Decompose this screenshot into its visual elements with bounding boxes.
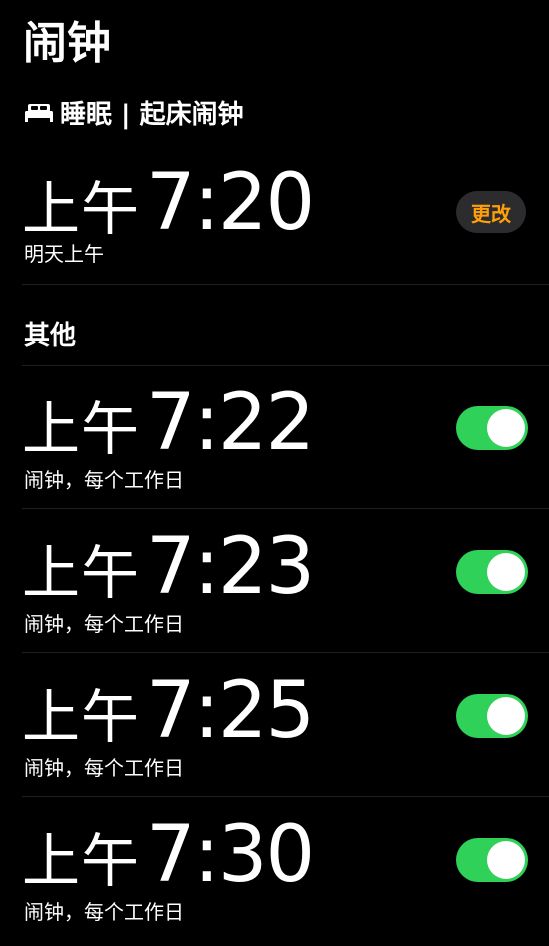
divider xyxy=(22,796,549,797)
divider xyxy=(22,652,549,653)
alarm-period: 上午 xyxy=(22,683,141,751)
divider xyxy=(22,508,549,509)
alarm-time-display: 上午 7:22 xyxy=(22,378,315,468)
sleep-section-header: 睡眠 | 起床闹钟 xyxy=(24,92,244,132)
alarm-period: 上午 xyxy=(22,175,141,243)
alarm-period: 上午 xyxy=(22,395,141,463)
alarm-toggle[interactable] xyxy=(456,550,528,594)
alarm-time: 7:22 xyxy=(146,378,315,468)
toggle-knob xyxy=(487,841,525,879)
toggle-knob xyxy=(487,553,525,591)
toggle-knob xyxy=(487,409,525,447)
alarm-subtitle: 明天上午 xyxy=(24,242,104,266)
alarm-row-3[interactable]: 上午 7:25 闹钟，每个工作日 xyxy=(0,654,549,796)
alarm-toggle[interactable] xyxy=(456,406,528,450)
alarm-toggle[interactable] xyxy=(456,694,528,738)
alarm-time: 7:30 xyxy=(146,810,315,900)
alarm-time: 7:25 xyxy=(146,666,315,756)
bed-icon xyxy=(25,104,53,122)
alarm-subtitle: 闹钟，每个工作日 xyxy=(24,756,184,780)
alarm-subtitle: 闹钟，每个工作日 xyxy=(24,468,184,492)
alarm-row-2[interactable]: 上午 7:23 闹钟，每个工作日 xyxy=(0,510,549,652)
sleep-section-label: 睡眠 | 起床闹钟 xyxy=(60,99,244,130)
alarm-time-display: 上午 7:25 xyxy=(22,666,315,756)
alarm-toggle[interactable] xyxy=(456,838,528,882)
alarm-time-display: 上午 7:23 xyxy=(22,522,315,612)
alarm-period: 上午 xyxy=(22,827,141,895)
change-button[interactable]: 更改 xyxy=(456,191,526,233)
page-title: 闹钟 xyxy=(23,18,111,69)
alarm-row-1[interactable]: 上午 7:22 闹钟，每个工作日 xyxy=(0,366,549,508)
alarm-time: 7:23 xyxy=(146,522,315,612)
alarm-row-4[interactable]: 上午 7:30 闹钟，每个工作日 xyxy=(0,798,549,940)
other-section-label: 其他 xyxy=(24,321,77,351)
divider xyxy=(22,284,549,285)
alarm-period: 上午 xyxy=(22,539,141,607)
alarm-subtitle: 闹钟，每个工作日 xyxy=(24,900,184,924)
alarm-time-display: 上午 7:30 xyxy=(22,810,315,900)
toggle-knob xyxy=(487,697,525,735)
alarm-time-display: 上午 7:20 xyxy=(22,158,315,248)
alarm-subtitle: 闹钟，每个工作日 xyxy=(24,612,184,636)
alarm-time: 7:20 xyxy=(146,158,315,248)
